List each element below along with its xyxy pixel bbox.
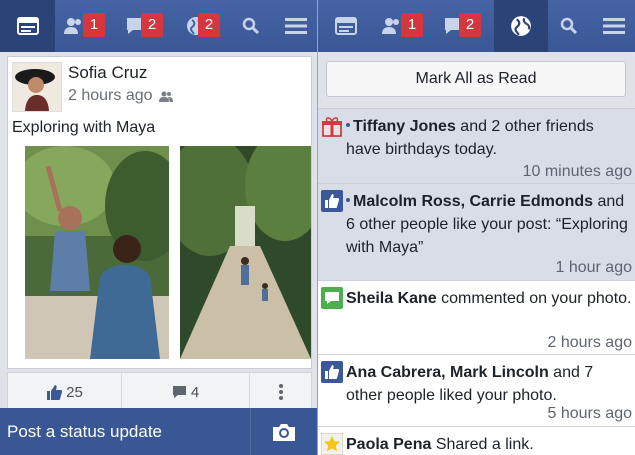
more-vertical-icon [278,384,283,400]
notification-time: 1 hour ago [555,259,632,276]
status-composer-bar: Post a status update [0,408,317,455]
like-icon [321,361,343,383]
unread-dot [346,198,350,203]
friend-requests-icon [382,18,399,34]
comment-icon [172,386,186,398]
like-icon [321,190,343,212]
notification-text: Paola Pena Shared a link. [346,433,632,455]
notification-actor: Paola Pena [346,436,432,453]
search-icon [242,17,260,35]
profile-photo [13,63,61,111]
notification-body: Shared a link. [431,436,534,453]
news-feed-icon [334,17,357,35]
friend-requests-tab[interactable]: 1 [376,0,432,52]
messages-badge: 2 [459,13,481,37]
notification-item[interactable]: Sheila Kane commented on your photo. 2 h… [318,280,635,354]
friend-requests-icon [64,18,81,34]
post-photo-1[interactable] [25,146,169,359]
post-card: Sofia Cruz 2 hours ago Exploring with Ma… [7,56,312,369]
search-icon [560,17,578,35]
star-icon [321,433,343,455]
notifications-tab[interactable] [494,0,548,52]
notification-text: Malcolm Ross, Carrie Edmonds and 6 other… [346,190,632,259]
top-nav-bar: 1 2 2 [0,0,317,52]
more-options-button[interactable] [250,373,311,411]
like-icon [47,384,63,400]
notifications-globe-icon [511,16,531,36]
notification-item[interactable]: Tiffany Jones and 2 other friends have b… [318,108,635,183]
notification-actor: Ana Cabrera, Mark Lincoln [346,364,549,381]
mark-all-read-button[interactable]: Mark All as Read [326,61,626,97]
notification-text: Sheila Kane commented on your photo. [346,287,632,310]
notifications-tab[interactable]: 2 [180,0,235,52]
notifications-pane: 1 2 Mark All as Read Tiffany Jones and 2… [318,0,635,455]
friend-requests-badge: 1 [83,13,105,37]
notifications-badge: 2 [198,13,220,37]
menu-icon [285,18,307,34]
post-photo-2[interactable] [180,146,311,359]
notification-body: commented on your photo. [436,290,632,307]
comment-button[interactable]: 4 [122,373,249,411]
friend-requests-tab[interactable]: 1 [58,0,114,52]
unread-dot [346,123,350,128]
status-update-input[interactable]: Post a status update [0,408,249,455]
like-button[interactable]: 25 [8,373,121,411]
friends-icon [158,91,173,102]
messages-tab[interactable]: 2 [438,0,494,52]
notification-actor: Sheila Kane [346,290,437,307]
like-count: 25 [66,383,83,401]
comment-count: 4 [190,383,200,401]
messages-tab[interactable]: 2 [120,0,176,52]
notification-time: 5 hours ago [547,405,632,422]
news-feed-tab[interactable] [0,0,55,52]
gift-icon [322,117,342,137]
notification-item[interactable]: Malcolm Ross, Carrie Edmonds and 6 other… [318,183,635,280]
menu-button[interactable] [275,0,317,52]
news-feed-tab[interactable] [318,0,373,52]
friend-requests-badge: 1 [401,13,423,37]
notification-time: 10 minutes ago [522,163,632,180]
top-nav-bar: 1 2 [318,0,635,52]
messages-badge: 2 [141,13,163,37]
notification-text: Ana Cabrera, Mark Lincoln and 7 other pe… [346,361,632,407]
news-feed-icon [16,17,39,35]
post-author[interactable]: Sofia Cruz [68,63,147,83]
notification-actor: Tiffany Jones [353,118,456,135]
notification-actor: Malcolm Ross, Carrie Edmonds [353,193,594,210]
notification-text: Tiffany Jones and 2 other friends have b… [346,115,632,161]
news-feed-pane: 1 2 2 Sofia Cruz 2 hours ago Exploring w… [0,0,317,455]
notification-item[interactable]: Paola Pena Shared a link. [318,426,635,455]
comment-icon [321,287,343,309]
search-button[interactable] [554,0,584,52]
post-time-text: 2 hours ago [68,87,153,104]
post-text: Exploring with Maya [12,119,156,136]
post-actions-bar: 25 4 [7,372,312,412]
post-timestamp: 2 hours ago [68,87,173,105]
camera-icon [273,423,295,441]
search-button[interactable] [236,0,266,52]
notification-item[interactable]: Ana Cabrera, Mark Lincoln and 7 other pe… [318,354,635,426]
notification-time: 2 hours ago [547,334,632,351]
menu-icon [603,18,625,34]
menu-button[interactable] [593,0,635,52]
avatar[interactable] [12,62,62,112]
camera-button[interactable] [250,408,317,455]
